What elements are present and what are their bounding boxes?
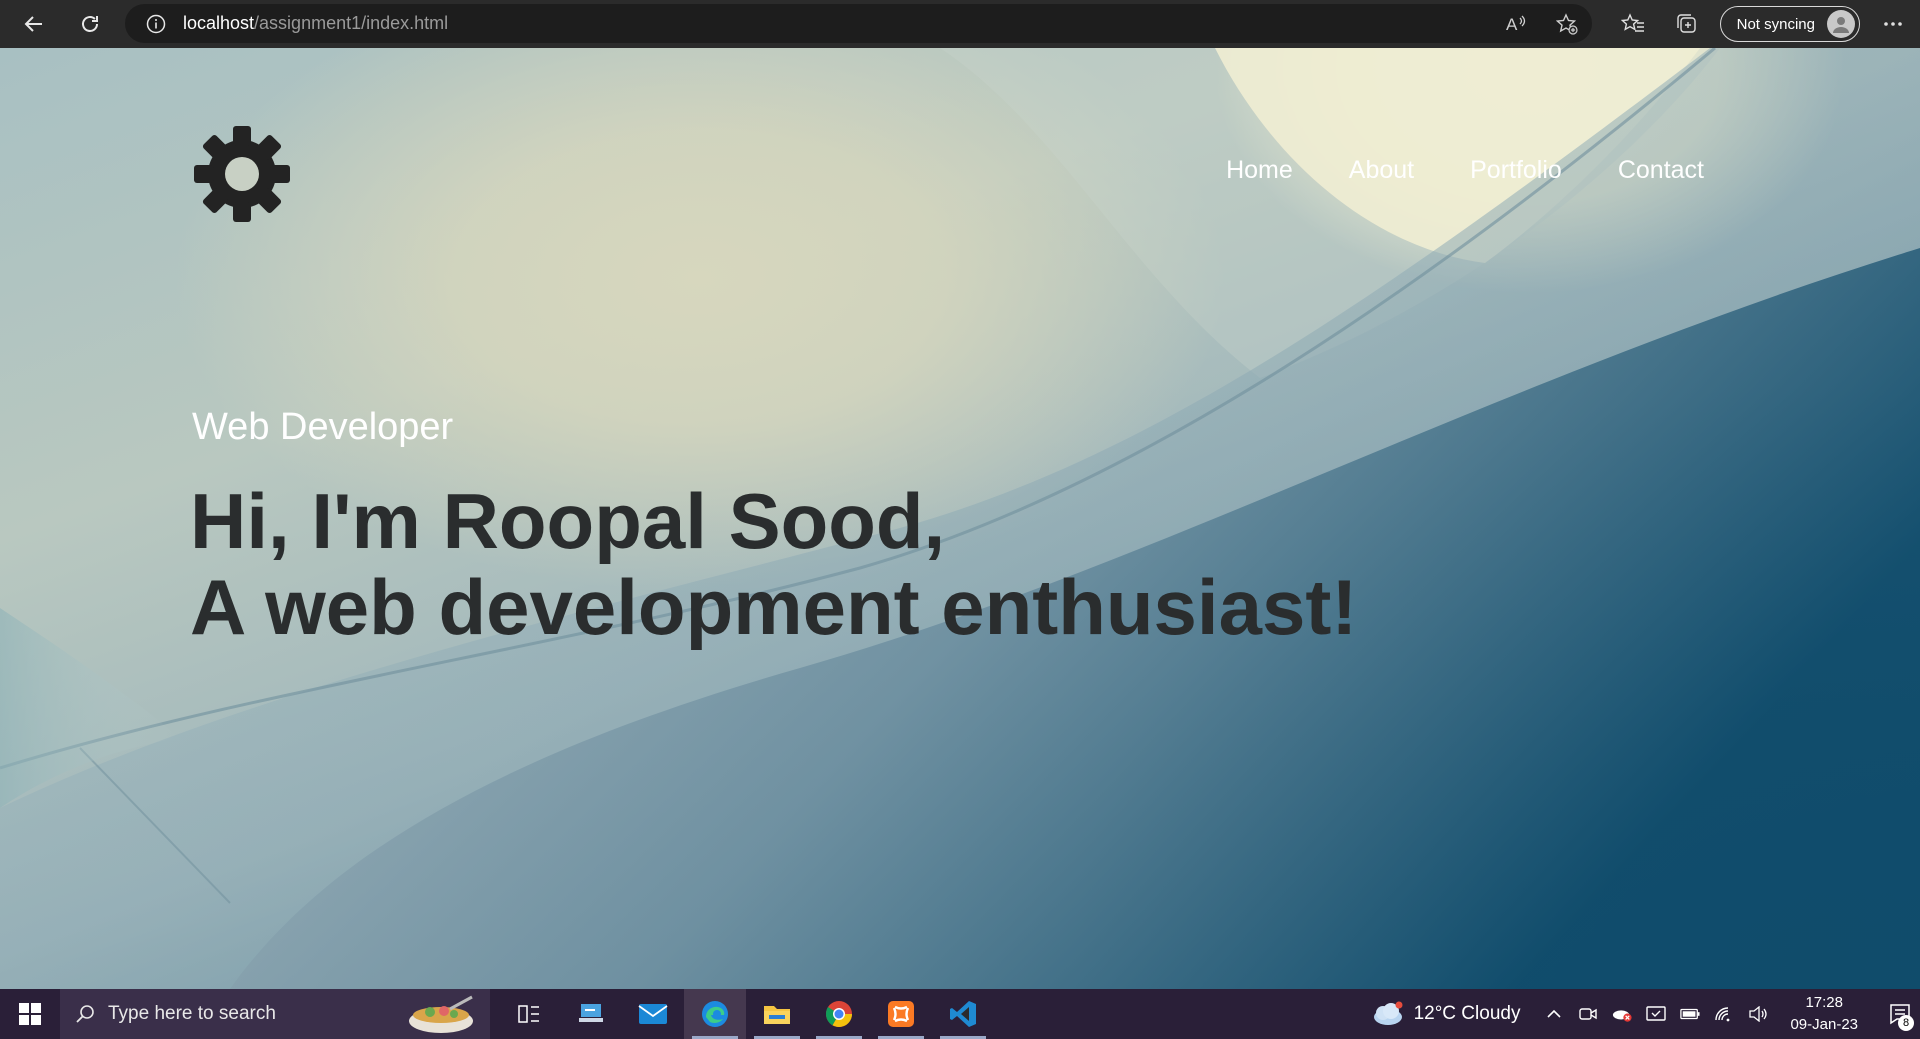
clock-date: 09-Jan-23 xyxy=(1790,1016,1858,1033)
profile-sync-button[interactable]: Not syncing xyxy=(1719,6,1860,42)
favorites-icon[interactable] xyxy=(1606,4,1660,44)
search-placeholder: Type here to search xyxy=(108,1003,276,1024)
site-info-icon[interactable] xyxy=(145,13,167,35)
nav-about[interactable]: About xyxy=(1349,156,1414,185)
address-bar[interactable]: localhost/assignment1/index.html A xyxy=(125,4,1592,43)
profile-avatar-icon xyxy=(1827,10,1855,38)
refresh-icon xyxy=(82,16,98,32)
taskbar-mail[interactable] xyxy=(622,989,684,1039)
task-view-button[interactable] xyxy=(498,989,560,1039)
svg-text:A: A xyxy=(1506,15,1518,34)
taskbar-remote-desktop[interactable] xyxy=(560,989,622,1039)
add-favorite-icon[interactable] xyxy=(1552,9,1582,39)
notification-center-button[interactable]: 8 xyxy=(1880,989,1920,1039)
read-aloud-icon[interactable]: A xyxy=(1502,9,1532,39)
back-arrow-icon xyxy=(24,16,42,32)
system-tray: 12°C Cloudy 17:28 09-Jan-23 8 xyxy=(1370,989,1920,1039)
battery-icon[interactable] xyxy=(1680,1004,1700,1024)
chrome-icon xyxy=(825,1001,853,1028)
headline-line-1: Hi, I'm Roopal Sood, xyxy=(190,477,946,565)
gear-logo-icon[interactable] xyxy=(192,124,292,224)
mail-icon xyxy=(638,1004,668,1024)
task-view-icon xyxy=(518,1005,539,1023)
vscode-icon xyxy=(950,1001,976,1027)
taskbar-clock[interactable]: 17:28 09-Jan-23 xyxy=(1790,992,1858,1036)
taskbar-xampp[interactable] xyxy=(870,989,932,1039)
nav-portfolio[interactable]: Portfolio xyxy=(1470,156,1562,185)
onedrive-error-icon[interactable] xyxy=(1612,1004,1632,1024)
nav-contact[interactable]: Contact xyxy=(1618,156,1704,185)
taskbar-search-input[interactable]: Type here to search xyxy=(60,989,490,1039)
url-text[interactable]: localhost/assignment1/index.html xyxy=(183,13,448,34)
windows-logo-icon xyxy=(19,1003,41,1025)
windows-taskbar: Type here to search 12°C Cloudy 17:28 09… xyxy=(0,989,1920,1039)
remote-desktop-icon xyxy=(579,1004,603,1022)
more-menu-icon[interactable] xyxy=(1866,4,1920,44)
back-button[interactable] xyxy=(14,4,54,44)
collections-icon[interactable] xyxy=(1660,4,1714,44)
taskbar-vscode[interactable] xyxy=(932,989,994,1039)
folder-icon xyxy=(764,1006,790,1024)
browser-toolbar: localhost/assignment1/index.html A Not s… xyxy=(0,0,1920,48)
url-host: localhost xyxy=(183,13,255,33)
url-path: /assignment1/index.html xyxy=(254,13,449,33)
show-hidden-icons-chevron-icon[interactable] xyxy=(1544,1004,1564,1024)
clock-time: 17:28 xyxy=(1805,994,1843,1011)
start-button[interactable] xyxy=(0,989,60,1039)
hero-subtitle: Web Developer xyxy=(192,406,454,448)
nav-home[interactable]: Home xyxy=(1226,156,1293,185)
refresh-button[interactable] xyxy=(70,4,110,44)
search-highlight-bowl-icon xyxy=(409,995,473,1033)
search-icon xyxy=(74,1003,96,1025)
taskbar-chrome[interactable] xyxy=(808,989,870,1039)
main-nav: Home About Portfolio Contact xyxy=(1226,156,1704,185)
notification-count-badge: 8 xyxy=(1898,1015,1914,1031)
taskbar-edge[interactable] xyxy=(684,989,746,1039)
wifi-icon[interactable] xyxy=(1714,1004,1734,1024)
weather-text: 12°C Cloudy xyxy=(1413,1003,1521,1024)
taskbar-file-explorer[interactable] xyxy=(746,989,808,1039)
screen-tool-icon[interactable] xyxy=(1646,1004,1667,1024)
cloudy-weather-icon xyxy=(1373,1001,1403,1025)
meet-now-icon[interactable] xyxy=(1578,1004,1598,1024)
page-viewport: Home About Portfolio Contact Web Develop… xyxy=(0,48,1920,989)
hero-headline: Hi, I'm Roopal Sood, A web development en… xyxy=(190,478,1357,650)
headline-line-2: A web development enthusiast! xyxy=(190,563,1358,651)
xampp-icon xyxy=(888,1001,914,1027)
sync-label: Not syncing xyxy=(1736,15,1815,33)
volume-icon[interactable] xyxy=(1748,1004,1768,1024)
edge-icon xyxy=(702,1001,728,1027)
weather-widget[interactable]: 12°C Cloudy xyxy=(1370,1001,1521,1027)
